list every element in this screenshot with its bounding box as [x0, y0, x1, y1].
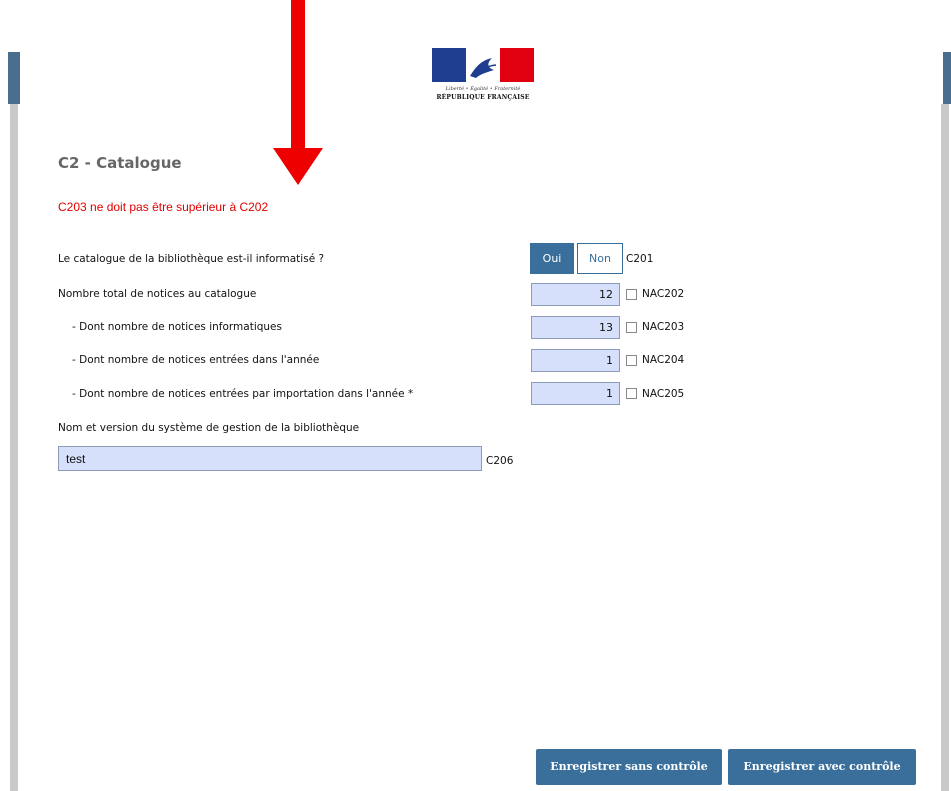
na-checkbox-c205[interactable] [626, 388, 637, 399]
na-code-c205: NAC205 [642, 388, 684, 400]
na-checkbox-c203[interactable] [626, 322, 637, 333]
code-c206: C206 [486, 455, 514, 467]
save-without-control-button[interactable]: Enregistrer sans contrôle [536, 749, 722, 785]
question-informatiques-label: - Dont nombre de notices informatiques [72, 321, 282, 333]
informatise-toggle: Oui Non [530, 243, 623, 274]
na-code-c203: NAC203 [642, 321, 684, 333]
question-systeme-label: Nom et version du système de gestion de … [58, 422, 360, 434]
informatiques-notices-input[interactable]: 13 [531, 316, 620, 339]
page-title: C2 - Catalogue [58, 154, 182, 172]
question-importation-label: - Dont nombre de notices entrées par imp… [72, 388, 414, 400]
na-label: NA [642, 288, 657, 300]
question-total-label: Nombre total de notices au catalogue [58, 288, 257, 300]
question-annee-label: - Dont nombre de notices entrées dans l'… [72, 354, 320, 366]
na-label: NA [642, 321, 657, 333]
left-frame-accent [8, 52, 20, 104]
question-informatise-label: Le catalogue de la bibliothèque est-il i… [58, 253, 325, 265]
na-label: NA [642, 388, 657, 400]
na-code-c202: NAC202 [642, 288, 684, 300]
validation-error-message: C203 ne doit pas être supérieur à C202 [58, 200, 269, 214]
code-c202: C202 [656, 288, 685, 300]
non-button[interactable]: Non [577, 243, 623, 274]
code-c203: C203 [656, 321, 685, 333]
left-frame [0, 0, 20, 791]
code-c205: C205 [656, 388, 685, 400]
marianne-profile-icon [470, 58, 497, 78]
tricolor-flag-icon [432, 48, 534, 82]
na-checkbox-c204[interactable] [626, 355, 637, 366]
oui-button[interactable]: Oui [530, 243, 574, 274]
save-with-control-button[interactable]: Enregistrer avec contrôle [728, 749, 916, 785]
na-checkbox-c202[interactable] [626, 289, 637, 300]
right-frame-accent [943, 52, 951, 104]
code-c201: C201 [626, 253, 654, 265]
total-notices-input[interactable]: 12 [531, 283, 620, 306]
left-frame-border [10, 104, 18, 791]
importation-notices-input[interactable]: 1 [531, 382, 620, 405]
logo-name: RÉPUBLIQUE FRANÇAISE [436, 94, 530, 101]
systeme-gestion-input[interactable]: test [58, 446, 482, 471]
logo-motto: Liberté • Égalité • Fraternité [445, 86, 521, 92]
right-frame-border [941, 104, 949, 791]
annee-notices-input[interactable]: 1 [531, 349, 620, 372]
annotation-arrow-icon [273, 0, 323, 185]
republique-francaise-logo: Liberté • Égalité • Fraternité RÉPUBLIQU… [432, 48, 534, 120]
code-c204: C204 [656, 354, 685, 366]
na-code-c204: NAC204 [642, 354, 684, 366]
na-label: NA [642, 354, 657, 366]
